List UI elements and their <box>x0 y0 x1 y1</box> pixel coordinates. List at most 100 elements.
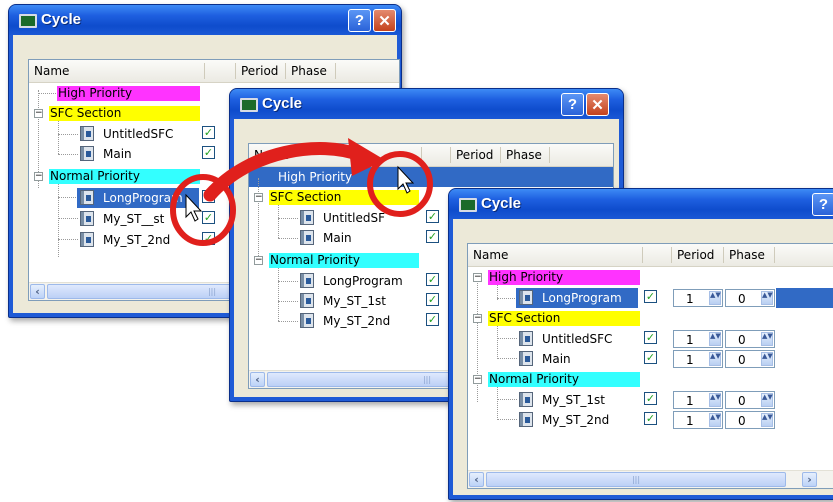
priority-label-sfc: SFC Section <box>49 106 200 121</box>
window-icon <box>19 14 37 28</box>
horizontal-scrollbar[interactable]: ‹ ||| › <box>468 470 833 488</box>
title-bar[interactable]: Cycle ? ✕ <box>230 89 623 119</box>
enable-checkbox[interactable]: ✓ <box>426 210 439 223</box>
tree-row-program-selected[interactable]: LongProgram ✓ 1 ▲▼ 0 ▲▼ <box>468 288 833 308</box>
enable-checkbox[interactable]: ✓ <box>202 146 215 159</box>
header-phase[interactable]: Phase <box>729 248 765 262</box>
help-button[interactable]: ? <box>348 9 371 32</box>
spin-arrows-icon[interactable]: ▲▼ <box>709 393 721 407</box>
period-spinbox[interactable]: 1 ▲▼ <box>673 350 723 368</box>
header-period[interactable]: Period <box>456 148 493 162</box>
cycle-tree-list[interactable]: Name Period Phase − High Priority LongPr… <box>467 243 833 489</box>
period-spinbox[interactable]: 1 ▲▼ <box>673 391 723 409</box>
enable-checkbox[interactable]: ✓ <box>426 313 439 326</box>
collapse-icon[interactable]: − <box>473 375 482 384</box>
program-icon <box>300 210 314 225</box>
spin-arrows-icon[interactable]: ▲▼ <box>761 291 773 305</box>
spin-arrows-icon[interactable]: ▲▼ <box>709 352 721 366</box>
scroll-left-button[interactable]: ‹ <box>469 472 484 487</box>
tree-row-program[interactable]: My_ST_1st ✓ 1 ▲▼ 0 ▲▼ <box>468 390 833 410</box>
program-icon <box>300 293 314 308</box>
collapse-icon[interactable]: − <box>34 109 43 118</box>
phase-spinbox[interactable]: 0 ▲▼ <box>725 330 775 348</box>
phase-value: 0 <box>738 292 746 306</box>
enable-checkbox[interactable]: ✓ <box>644 392 657 405</box>
spin-arrows-icon[interactable]: ▲▼ <box>761 332 773 346</box>
phase-value: 0 <box>738 394 746 408</box>
program-name: Main <box>542 352 571 366</box>
period-spinbox[interactable]: 1 ▲▼ <box>673 330 723 348</box>
header-name[interactable]: Name <box>254 148 289 162</box>
close-button[interactable]: ✕ <box>586 93 609 116</box>
tree-row-program[interactable]: UntitledSFC ✓ 1 ▲▼ 0 ▲▼ <box>468 329 833 349</box>
spin-arrows-icon[interactable]: ▲▼ <box>709 332 721 346</box>
title-bar[interactable]: Cycle ? ✕ <box>9 5 401 35</box>
header-period[interactable]: Period <box>241 64 278 78</box>
period-spinbox[interactable]: 1 ▲▼ <box>673 289 723 307</box>
enable-checkbox[interactable]: ✓ <box>644 412 657 425</box>
priority-label-high: High Priority <box>278 170 353 184</box>
phase-value: 0 <box>738 353 746 367</box>
phase-spinbox[interactable]: 0 ▲▼ <box>725 391 775 409</box>
program-name: LongProgram <box>323 274 403 288</box>
program-icon <box>519 331 533 346</box>
collapse-icon[interactable]: − <box>254 256 263 265</box>
phase-spinbox[interactable]: 0 ▲▼ <box>725 411 775 429</box>
program-name: LongProgram <box>542 291 622 305</box>
tree-row-high-priority-selected[interactable]: High Priority <box>249 168 613 188</box>
period-value: 1 <box>686 333 694 347</box>
enable-checkbox[interactable]: ✓ <box>426 230 439 243</box>
priority-label-high: High Priority <box>488 270 640 285</box>
window-title: Cycle <box>262 95 303 112</box>
enable-checkbox[interactable]: ✓ <box>202 211 215 224</box>
period-spinbox[interactable]: 1 ▲▼ <box>673 411 723 429</box>
program-icon <box>300 230 314 245</box>
collapse-icon[interactable]: − <box>34 172 43 181</box>
scroll-right-button[interactable]: › <box>802 472 817 487</box>
program-icon <box>80 190 94 205</box>
spin-arrows-icon[interactable]: ▲▼ <box>761 352 773 366</box>
collapse-icon[interactable]: − <box>254 193 263 202</box>
tree-row-program[interactable]: My_ST_2nd ✓ 1 ▲▼ 0 ▲▼ <box>468 410 833 430</box>
enable-checkbox[interactable]: ✓ <box>644 331 657 344</box>
header-name[interactable]: Name <box>34 64 69 78</box>
scroll-left-button[interactable]: ‹ <box>250 372 265 387</box>
enable-checkbox[interactable]: ✓ <box>202 232 215 245</box>
spin-arrows-icon[interactable]: ▲▼ <box>709 291 721 305</box>
spin-arrows-icon[interactable]: ▲▼ <box>761 393 773 407</box>
collapse-icon[interactable]: − <box>473 314 482 323</box>
enable-checkbox[interactable]: ✓ <box>426 273 439 286</box>
tree-row-sfc-section[interactable]: − SFC Section <box>468 309 833 329</box>
phase-spinbox[interactable]: 0 ▲▼ <box>725 289 775 307</box>
header-period[interactable]: Period <box>677 248 714 262</box>
header-name[interactable]: Name <box>473 248 508 262</box>
program-icon <box>300 313 314 328</box>
priority-label-normal: Normal Priority <box>49 169 200 184</box>
window-title: Cycle <box>41 11 82 28</box>
close-button[interactable]: ✕ <box>373 9 396 32</box>
title-bar[interactable]: Cycle ? ✕ <box>449 189 833 219</box>
phase-value: 0 <box>738 414 746 428</box>
spin-arrows-icon[interactable]: ▲▼ <box>761 413 773 427</box>
help-button[interactable]: ? <box>561 93 584 116</box>
enable-checkbox[interactable]: ✓ <box>202 190 215 203</box>
tree-row-program[interactable]: Main ✓ 1 ▲▼ 0 ▲▼ <box>468 349 833 369</box>
enable-checkbox[interactable]: ✓ <box>644 290 657 303</box>
enable-checkbox[interactable]: ✓ <box>644 351 657 364</box>
program-name: LongProgram <box>103 191 183 205</box>
scroll-left-button[interactable]: ‹ <box>30 284 45 299</box>
spin-arrows-icon[interactable]: ▲▼ <box>709 413 721 427</box>
collapse-icon[interactable]: − <box>473 273 482 282</box>
period-value: 1 <box>686 353 694 367</box>
tree-row-high-priority[interactable]: − High Priority <box>468 268 833 288</box>
window-icon <box>459 198 477 212</box>
tree-row-normal-priority[interactable]: − Normal Priority <box>468 370 833 390</box>
enable-checkbox[interactable]: ✓ <box>426 293 439 306</box>
header-phase[interactable]: Phase <box>291 64 327 78</box>
phase-spinbox[interactable]: 0 ▲▼ <box>725 350 775 368</box>
list-header: Name Period Phase <box>29 60 399 83</box>
scroll-thumb[interactable]: ||| <box>486 472 786 487</box>
enable-checkbox[interactable]: ✓ <box>202 126 215 139</box>
header-phase[interactable]: Phase <box>506 148 542 162</box>
help-button[interactable]: ? <box>812 193 833 216</box>
